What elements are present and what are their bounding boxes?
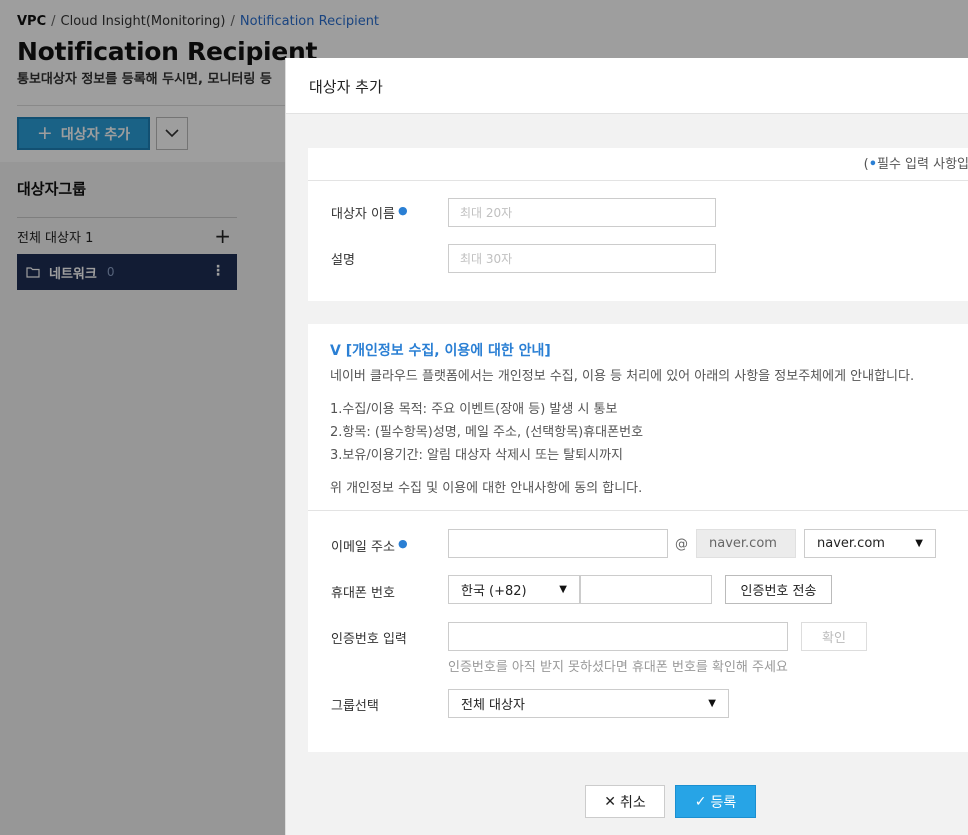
privacy-item: 3.보유/이용기간: 알림 대상자 삭제시 또는 탈퇴시까지 [330,448,623,463]
privacy-title[interactable]: V [개인정보 수집, 이용에 대한 안내] [330,340,551,360]
submit-button[interactable]: ✓ 등록 [675,785,756,818]
privacy-consent: 위 개인정보 수집 및 이용에 대한 안내사항에 동의 합니다. [330,481,643,496]
email-domain-select-value: naver.com [817,536,885,551]
email-local-input[interactable] [448,529,668,558]
cancel-label: 취소 [619,794,646,811]
modal-title: 대상자 추가 [309,78,383,96]
basic-info-card: (•필수 입력 사항입 대상자 이름● 설명 [308,148,968,301]
required-dot-icon: ● [397,537,408,550]
description-label: 설명 [331,253,355,268]
check-icon: ✓ [694,793,707,810]
required-dot-icon: ● [397,204,408,217]
group-select[interactable]: 전체 대상자 ▼ [448,689,729,718]
privacy-item: 2.항목: (필수항목)성명, 메일 주소, (선택항목)휴대폰번호 [330,425,644,440]
at-sign: @ [675,537,688,552]
add-recipient-modal: 대상자 추가 (•필수 입력 사항입 대상자 이름● 설명 V [개인정보 수집… [285,58,968,835]
name-label: 대상자 이름 ● [331,203,408,222]
send-code-button[interactable]: 인증번호 전송 [725,575,832,604]
group-select-value: 전체 대상자 [461,698,525,713]
caret-down-icon: ▼ [708,698,716,709]
divider [308,510,968,511]
close-icon: ✕ [604,793,616,810]
privacy-item: 1.수집/이용 목적: 주요 이벤트(장애 등) 발생 시 통보 [330,402,618,417]
email-domain-select[interactable]: naver.com ▼ [804,529,936,558]
name-label-text: 대상자 이름 [331,207,395,222]
name-input[interactable] [448,198,716,227]
privacy-intro: 네이버 클라우드 플랫폼에서는 개인정보 수집, 이용 등 처리에 있어 아래의… [330,369,915,384]
country-code-select[interactable]: 한국 (+82) ▼ [448,575,580,604]
caret-down-icon: ▼ [559,584,567,595]
required-note: (•필수 입력 사항입 [864,153,968,172]
required-dot-icon: • [868,157,877,172]
caret-down-icon: ▼ [915,538,923,549]
email-domain-field[interactable]: naver.com [696,529,796,558]
confirm-code-button[interactable]: 확인 [801,622,867,651]
phone-label: 휴대폰 번호 [331,586,395,601]
modal-header: 대상자 추가 [286,58,968,114]
code-label: 인증번호 입력 [331,632,407,647]
cancel-button[interactable]: ✕ 취소 [585,785,665,818]
required-note-text: 필수 입력 사항입 [877,157,968,172]
verification-code-input[interactable] [448,622,788,651]
code-hint: 인증번호를 아직 받지 못하셨다면 휴대폰 번호를 확인해 주세요 [448,660,788,675]
submit-label: 등록 [710,794,737,811]
divider [308,180,968,181]
contact-info-card: V [개인정보 수집, 이용에 대한 안내] 네이버 클라우드 플랫폼에서는 개… [308,324,968,752]
email-label-text: 이메일 주소 [331,540,395,555]
email-label: 이메일 주소 ● [331,536,408,555]
country-code-value: 한국 (+82) [461,584,527,599]
description-input[interactable] [448,244,716,273]
group-select-label: 그룹선택 [331,699,379,714]
phone-number-input[interactable] [580,575,712,604]
